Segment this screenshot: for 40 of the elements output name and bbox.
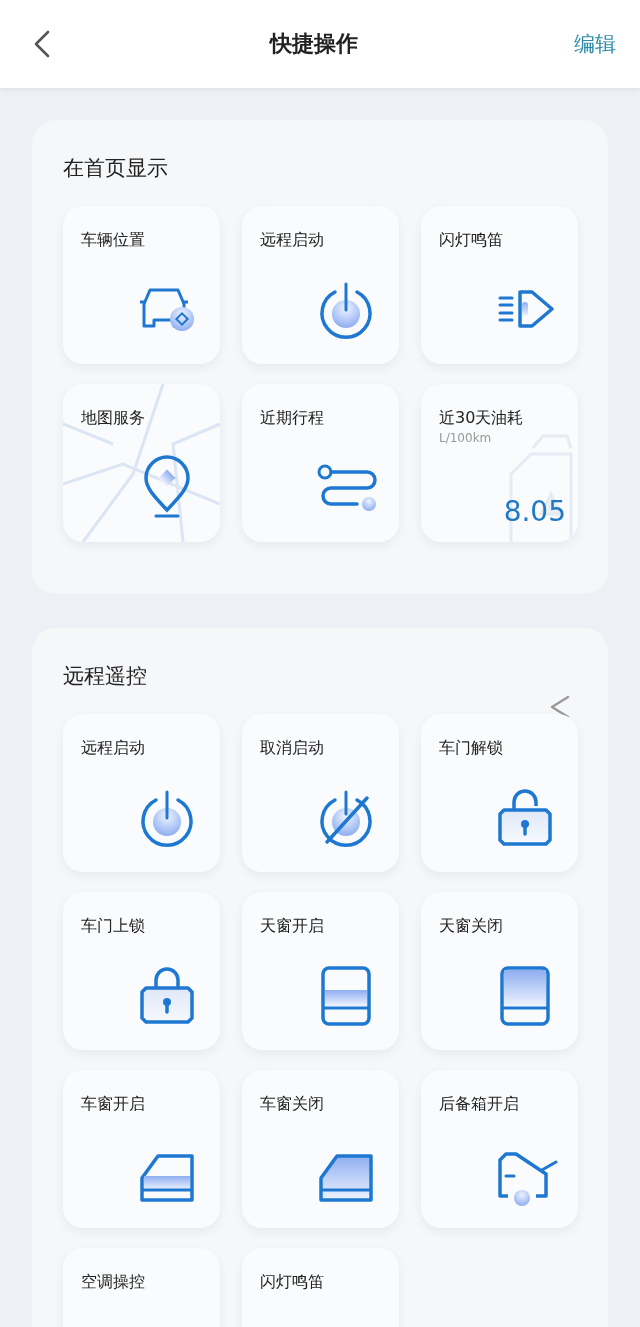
section-title: 在首页显示: [63, 155, 169, 182]
shortcut-tile[interactable]: 车窗开启: [63, 1070, 220, 1228]
tile-label: 远程启动: [259, 229, 325, 251]
tile-label: 车辆位置: [80, 229, 146, 251]
tile-label: 车窗开启: [80, 1093, 146, 1115]
tile-label: 车门解锁: [438, 737, 504, 759]
tile-label: 天窗关闭: [438, 915, 504, 937]
shortcut-tile[interactable]: 后备箱开启: [421, 1070, 578, 1228]
tile-label: 闪灯鸣笛: [259, 1271, 325, 1293]
edit-link[interactable]: 编辑: [574, 30, 616, 58]
section-title: 远程遥控: [63, 663, 148, 690]
tile-label: 车门上锁: [80, 915, 146, 937]
shortcut-tile[interactable]: 近30天油耗 L/100km 8.05: [421, 384, 578, 542]
tile-label: 远程启动: [80, 737, 146, 759]
unit-label: L/100km: [438, 430, 493, 445]
tile-label: 天窗开启: [259, 915, 325, 937]
shortcut-tile[interactable]: 取消启动: [242, 714, 399, 872]
shortcut-tile[interactable]: 空调操控: [63, 1248, 220, 1327]
fuel-value: 8.05: [503, 495, 566, 528]
shortcut-tile[interactable]: 车门上锁: [63, 892, 220, 1050]
tile-label: 近30天油耗: [438, 407, 525, 429]
tile-label: 近期行程: [259, 407, 325, 429]
tile-label: 空调操控: [80, 1271, 146, 1293]
shortcut-tile[interactable]: 近期行程: [242, 384, 399, 542]
shortcut-tile[interactable]: 车门解锁: [421, 714, 578, 872]
tile-label: 车窗关闭: [259, 1093, 325, 1115]
tile-label: 后备箱开启: [438, 1093, 520, 1115]
shortcut-tile[interactable]: 远程启动: [242, 206, 399, 364]
tile-label: 取消启动: [259, 737, 325, 759]
shortcut-tile[interactable]: 闪灯鸣笛: [421, 206, 578, 364]
tile-label: 闪灯鸣笛: [438, 229, 504, 251]
shortcut-tile[interactable]: 天窗关闭: [421, 892, 578, 1050]
shortcut-tile[interactable]: 车辆位置: [63, 206, 220, 364]
shortcut-tile[interactable]: 远程启动: [63, 714, 220, 872]
shortcut-tile[interactable]: 闪灯鸣笛: [242, 1248, 399, 1327]
tile-label: 地图服务: [80, 407, 146, 429]
page-title: 快捷操作: [270, 30, 358, 58]
shortcut-tile[interactable]: 地图服务: [63, 384, 220, 542]
shortcut-tile[interactable]: 天窗开启: [242, 892, 399, 1050]
shortcut-tile[interactable]: 车窗关闭: [242, 1070, 399, 1228]
